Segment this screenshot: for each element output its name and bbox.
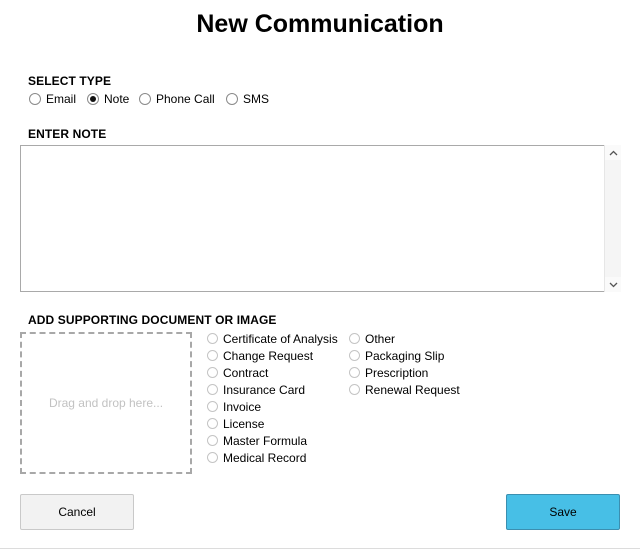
radio-button[interactable] (207, 435, 218, 446)
radio-button[interactable] (207, 384, 218, 395)
doc-type-label: Change Request (223, 348, 314, 363)
type-option-phone-call[interactable]: Phone Call (139, 92, 226, 106)
doc-type-option[interactable]: Medical Record (207, 449, 338, 466)
radio-button[interactable] (349, 333, 360, 344)
radio-button[interactable] (349, 384, 360, 395)
type-option-label: Email (46, 92, 77, 106)
doc-type-column-2: Other Packaging Slip Prescription Renewa… (349, 330, 460, 398)
select-type-label: SELECT TYPE (28, 74, 112, 88)
page-title: New Communication (196, 10, 444, 38)
radio-button[interactable] (139, 93, 151, 105)
type-option-label: Phone Call (156, 92, 215, 106)
type-option-label: Note (104, 92, 130, 106)
note-textarea[interactable] (20, 145, 621, 292)
doc-type-label: Other (365, 331, 396, 346)
doc-type-option[interactable]: Insurance Card (207, 381, 338, 398)
radio-button[interactable] (349, 367, 360, 378)
type-option-label: SMS (243, 92, 270, 106)
radio-button[interactable] (207, 367, 218, 378)
type-option-email[interactable]: Email (29, 92, 87, 106)
doc-type-label: Invoice (223, 399, 262, 414)
doc-type-label: Medical Record (223, 450, 307, 465)
doc-type-option[interactable]: Packaging Slip (349, 347, 460, 364)
doc-type-option[interactable]: Change Request (207, 347, 338, 364)
type-option-sms[interactable]: SMS (226, 92, 276, 106)
doc-type-label: Master Formula (223, 433, 308, 448)
doc-type-label: Renewal Request (365, 382, 460, 397)
radio-button[interactable] (226, 93, 238, 105)
doc-type-label: Packaging Slip (365, 348, 445, 363)
scroll-down-arrow-icon[interactable] (605, 277, 621, 292)
type-option-note[interactable]: Note (87, 92, 139, 106)
dropzone-hint: Drag and drop here... (48, 396, 164, 410)
scroll-up-arrow-icon[interactable] (605, 145, 621, 160)
doc-type-label: Insurance Card (223, 382, 306, 397)
save-button[interactable]: Save (506, 494, 620, 530)
doc-type-option[interactable]: Master Formula (207, 432, 338, 449)
radio-button[interactable] (207, 418, 218, 429)
radio-button[interactable] (29, 93, 41, 105)
doc-type-label: Certificate of Analysis (223, 331, 338, 346)
radio-button-checked[interactable] (87, 93, 99, 105)
file-dropzone[interactable]: Drag and drop here... (20, 332, 192, 474)
type-radio-group: Email Note Phone Call SMS (29, 91, 276, 107)
doc-type-option[interactable]: Renewal Request (349, 381, 460, 398)
bottom-divider (0, 548, 640, 549)
doc-type-option[interactable]: Certificate of Analysis (207, 330, 338, 347)
doc-type-label: Contract (223, 365, 269, 380)
enter-note-label: ENTER NOTE (28, 127, 107, 141)
doc-type-option[interactable]: Prescription (349, 364, 460, 381)
radio-button[interactable] (207, 333, 218, 344)
doc-type-label: License (223, 416, 265, 431)
doc-type-option[interactable]: Other (349, 330, 460, 347)
radio-button[interactable] (207, 350, 218, 361)
doc-type-option[interactable]: Invoice (207, 398, 338, 415)
doc-type-option[interactable]: Contract (207, 364, 338, 381)
cancel-button[interactable]: Cancel (20, 494, 134, 530)
radio-button[interactable] (349, 350, 360, 361)
doc-type-column-1: Certificate of Analysis Change Request C… (207, 330, 338, 466)
radio-button[interactable] (207, 452, 218, 463)
add-document-label: ADD SUPPORTING DOCUMENT OR IMAGE (28, 313, 277, 327)
note-scrollbar[interactable] (604, 145, 621, 292)
doc-type-option[interactable]: License (207, 415, 338, 432)
doc-type-label: Prescription (365, 365, 429, 380)
radio-button[interactable] (207, 401, 218, 412)
